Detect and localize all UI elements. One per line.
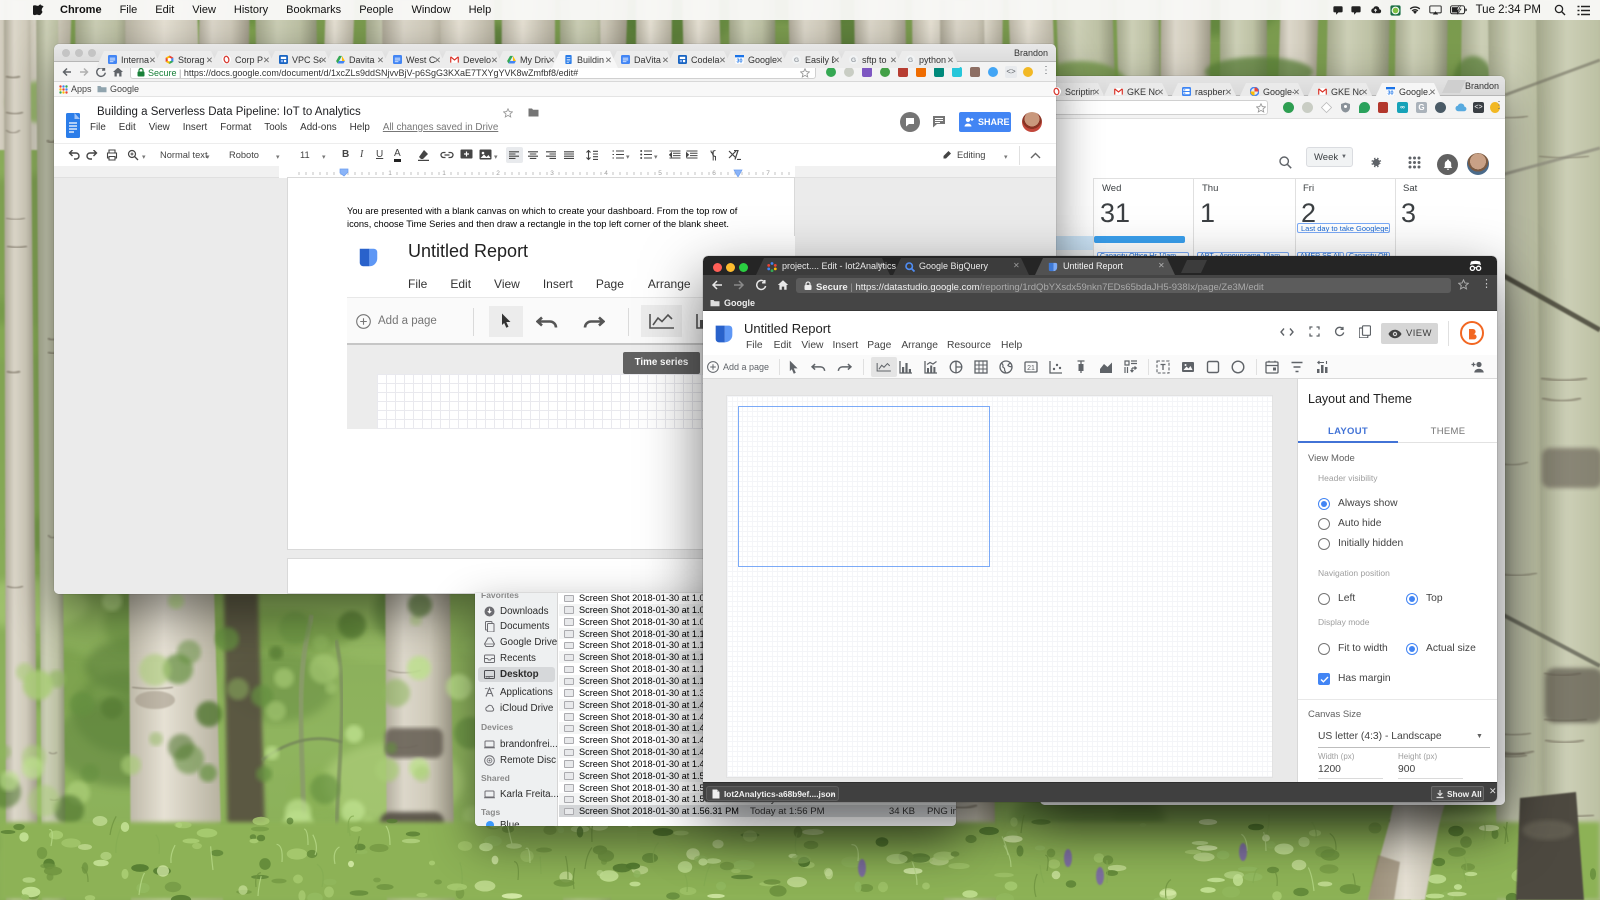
- svg-text:6: 6: [712, 170, 716, 177]
- svg-text:30: 30: [1388, 90, 1394, 95]
- svg-text:G: G: [851, 56, 856, 63]
- svg-text:3: 3: [550, 170, 554, 177]
- svg-text:21: 21: [1027, 365, 1035, 372]
- svg-text:4: 4: [604, 170, 608, 177]
- svg-text:1: 1: [388, 170, 392, 177]
- svg-text:1: 1: [442, 170, 446, 177]
- svg-text:30: 30: [737, 58, 743, 63]
- svg-text:5: 5: [658, 170, 662, 177]
- svg-text:G: G: [908, 56, 913, 63]
- svg-text:G: G: [794, 56, 799, 63]
- svg-text:7: 7: [766, 170, 770, 177]
- svg-text:2: 2: [496, 170, 500, 177]
